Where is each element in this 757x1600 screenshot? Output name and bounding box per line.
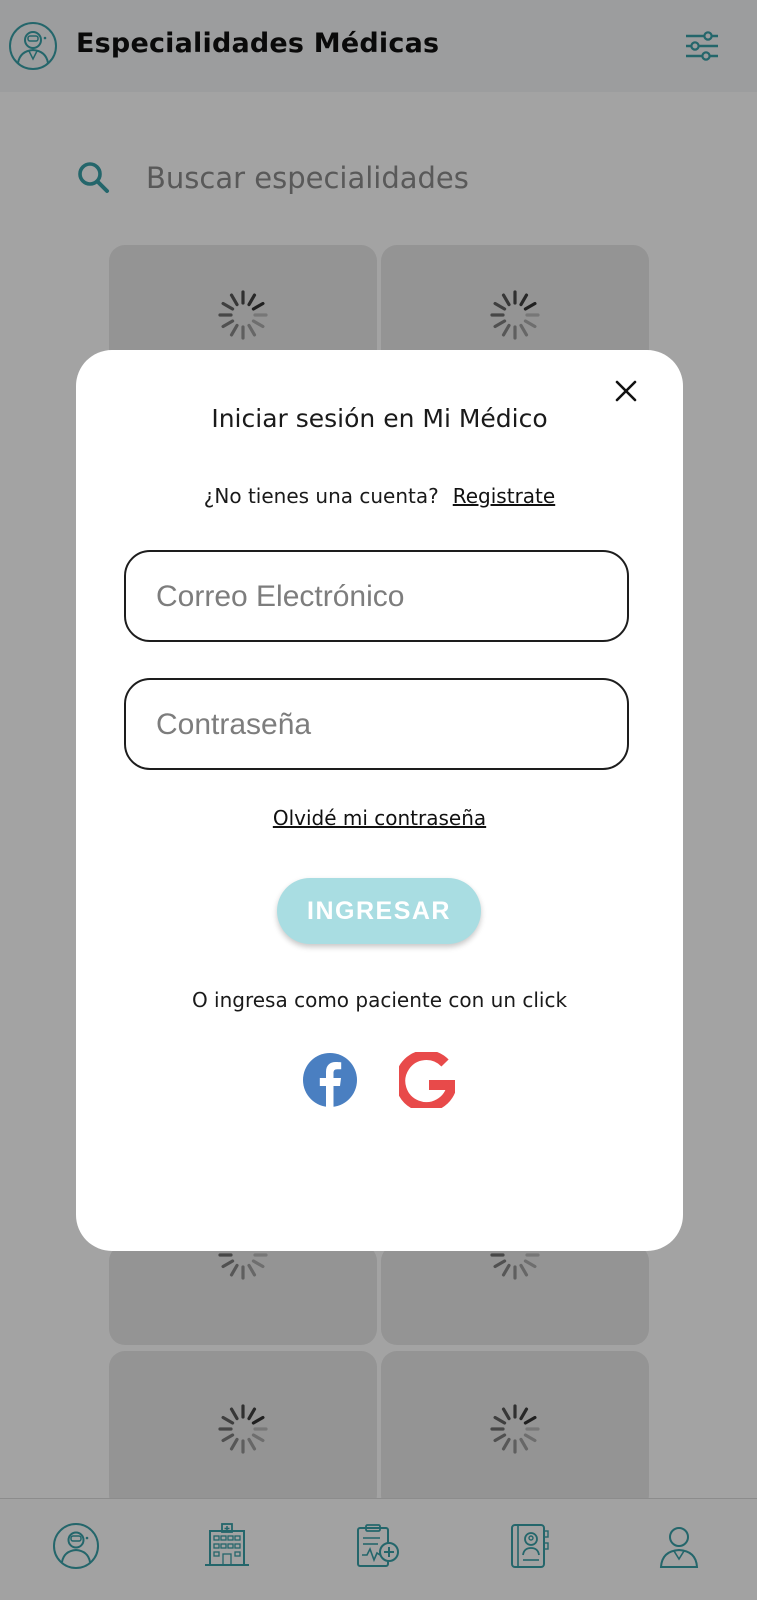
no-account-text: ¿No tienes una cuenta?: [203, 484, 439, 508]
email-field: [124, 550, 629, 642]
social-login-caption: O ingresa como paciente con un click: [191, 988, 568, 1012]
google-icon[interactable]: [399, 1052, 455, 1108]
password-input[interactable]: [156, 704, 596, 746]
login-button[interactable]: INGRESAR: [277, 878, 481, 944]
modal-title: Iniciar sesión en Mi Médico: [211, 404, 548, 433]
password-field: [124, 678, 629, 770]
close-icon[interactable]: [613, 378, 639, 404]
facebook-icon[interactable]: [302, 1052, 358, 1108]
register-link[interactable]: Registrate: [453, 484, 555, 508]
login-modal: Iniciar sesión en Mi Médico ¿No tienes u…: [76, 350, 683, 1251]
forgot-password-link[interactable]: Olvidé mi contraseña: [76, 806, 683, 830]
register-prompt: ¿No tienes una cuenta? Registrate: [76, 484, 683, 508]
email-input[interactable]: [156, 576, 596, 618]
